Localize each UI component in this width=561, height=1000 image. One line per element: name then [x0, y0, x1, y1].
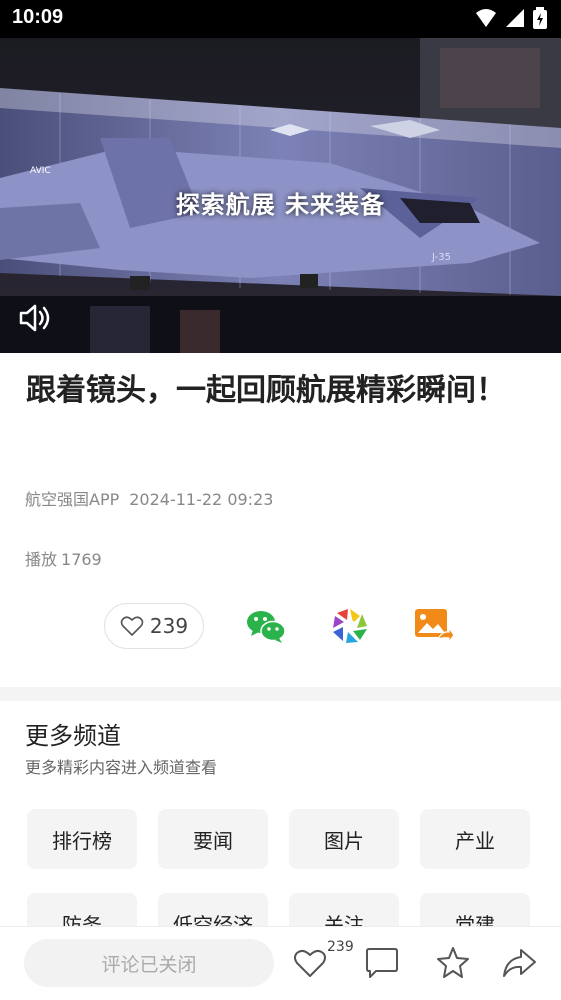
volume-icon[interactable] — [18, 303, 54, 333]
battery-icon — [533, 7, 547, 29]
article-title: 跟着镜头，一起回顾航展精彩瞬间！ — [26, 373, 506, 408]
article-datetime: 2024-11-22 09:23 — [129, 490, 274, 509]
status-time: 10:09 — [12, 6, 64, 28]
bottom-like-count: 239 — [327, 939, 354, 955]
play-count: 播放 1769 — [25, 546, 102, 570]
channel-chip-ranking[interactable]: 排行榜 — [27, 809, 137, 869]
channel-chip-news[interactable]: 要闻 — [158, 809, 268, 869]
article-meta: 航空强国APP 2024-11-22 09:23 — [25, 486, 273, 510]
avic-logo-text: AVIC — [30, 166, 51, 176]
article-source: 航空强国APP — [25, 490, 120, 509]
moments-icon[interactable] — [329, 605, 371, 647]
share-icon[interactable] — [501, 945, 537, 981]
channels-subtitle: 更多精彩内容进入频道查看 — [25, 758, 218, 777]
status-icons — [475, 7, 547, 29]
like-button[interactable]: 239 — [104, 603, 204, 649]
video-caption: 探索航展 未来装备 — [175, 191, 386, 219]
video-player[interactable]: J-35 AVIC 探索航展 未来装备 — [0, 38, 561, 353]
plays-value: 1769 — [61, 550, 102, 569]
wifi-icon — [476, 9, 496, 27]
like-count: 239 — [149, 614, 189, 638]
section-divider — [0, 687, 561, 701]
channel-chip-industry[interactable]: 产业 — [420, 809, 530, 869]
star-icon[interactable] — [435, 945, 471, 981]
plane-marking: J-35 — [431, 252, 451, 263]
status-bar: 10:09 — [0, 0, 561, 38]
image-share-icon[interactable] — [412, 605, 454, 647]
bottom-action-bar: 评论已关闭 239 — [0, 926, 561, 1000]
signal-icon — [506, 9, 524, 27]
plays-label: 播放 — [25, 550, 58, 569]
channels-title: 更多频道 — [25, 722, 121, 750]
comment-icon[interactable] — [364, 945, 400, 981]
heart-icon — [120, 616, 144, 636]
heart-icon[interactable] — [292, 945, 328, 981]
channel-chip-images[interactable]: 图片 — [289, 809, 399, 869]
wechat-icon[interactable] — [245, 605, 287, 647]
comment-input[interactable]: 评论已关闭 — [24, 939, 274, 987]
